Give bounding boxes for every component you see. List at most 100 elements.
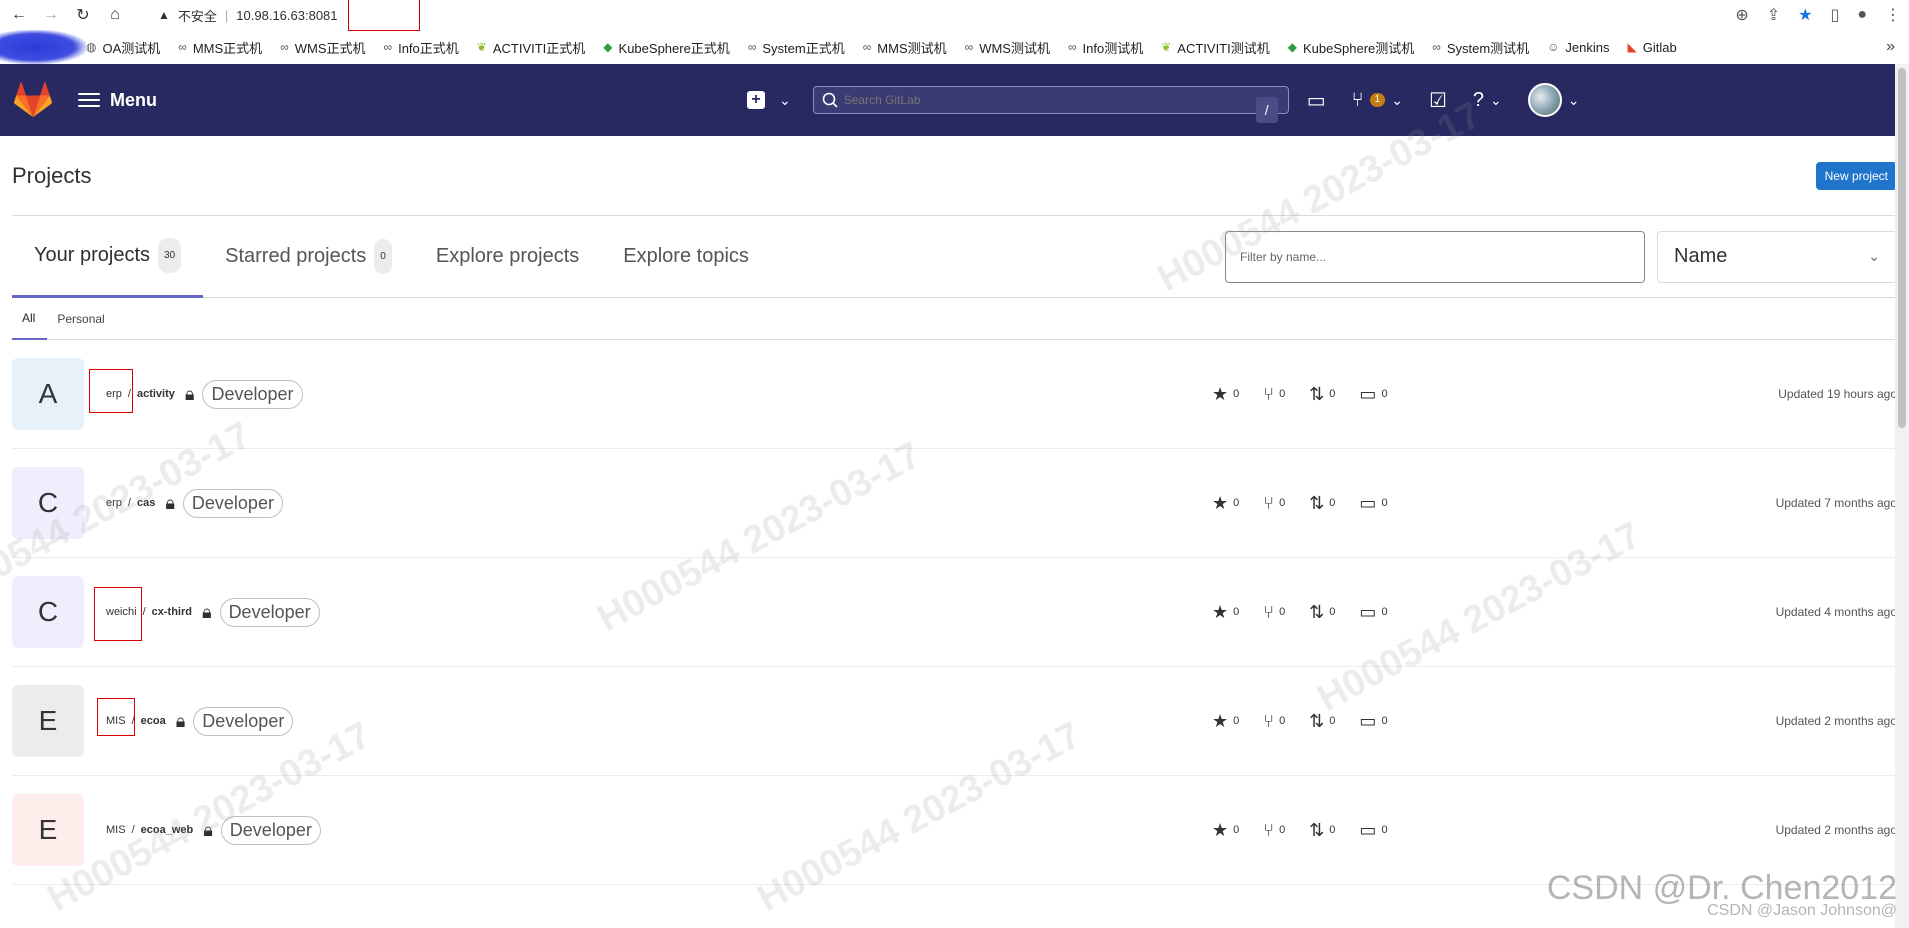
browser-toolbar: ← → ↻ ⌂ ▲ 不安全 | 10.98.16.63:8081 ⊕ ⇪ ★ ▯… (0, 0, 1909, 31)
forks-count[interactable]: ⑂ 0 (1263, 384, 1285, 405)
forks-count[interactable]: ⑂ 0 (1263, 820, 1285, 841)
project-row[interactable]: A erp / activity 🔒︎ Developer ★ 0 ⑂ 0 ⇅ 0 ▭… (12, 340, 1897, 449)
merge-requests-count[interactable]: ⇅ 0 (1309, 384, 1335, 405)
tab-starred-projects[interactable]: Starred projects 0 (203, 216, 414, 298)
project-row[interactable]: C weichi / cx-third 🔒︎ Developer ★ 0 ⑂ 0 ⇅… (12, 558, 1897, 667)
project-title[interactable]: MIS / ecoa_web (106, 822, 193, 838)
forks-count[interactable]: ⑂ 0 (1263, 493, 1285, 514)
stars-count[interactable]: ★ 0 (1212, 384, 1239, 405)
share-icon[interactable]: ⇪ (1767, 5, 1780, 25)
project-path: cx-third (151, 606, 192, 618)
help-icon: ? (1472, 88, 1484, 111)
bookmark-star-icon[interactable]: ★ (1798, 5, 1812, 25)
bookmarks-overflow-icon[interactable]: » (1886, 38, 1909, 56)
forward-icon[interactable]: → (40, 4, 62, 26)
link-icon: ∞ (964, 40, 974, 54)
project-title[interactable]: erp / cas (106, 495, 155, 511)
todo-icon[interactable]: ☑ (1429, 88, 1447, 113)
home-icon[interactable]: ⌂ (104, 4, 126, 26)
zoom-icon[interactable]: ⊕ (1735, 5, 1748, 25)
gitlab-logo-icon[interactable] (14, 81, 52, 119)
highlight-box (97, 698, 135, 736)
bookmark-item[interactable]: ◆ KubeSphere正式机 (603, 38, 730, 57)
subtab-all[interactable]: All (12, 298, 48, 340)
forks-count[interactable]: ⑂ 0 (1263, 602, 1285, 623)
forks-count[interactable]: ⑂ 0 (1263, 711, 1285, 732)
project-title[interactable]: MIS / ecoa (97, 698, 166, 736)
bookmark-item[interactable]: ∞ System正式机 (748, 38, 845, 57)
address-bar[interactable]: ▲ 不安全 | 10.98.16.63:8081 (158, 0, 420, 31)
more-icon[interactable]: ⋮ (1885, 5, 1901, 25)
help-button[interactable]: ? ⌄ (1473, 89, 1502, 112)
leaf-icon: ❦ (476, 40, 487, 54)
profile-icon[interactable]: ● (1857, 6, 1867, 24)
project-row[interactable]: E MIS / ecoa 🔒︎ Developer ★ 0 ⑂ 0 ⇅ 0 ▭ 0 Up… (12, 667, 1897, 776)
issues-count[interactable]: ▭ 0 (1359, 493, 1387, 514)
search-bar[interactable]: / (812, 86, 1289, 123)
project-row[interactable]: C erp / cas 🔒︎ Developer ★ 0 ⑂ 0 ⇅ 0 ▭ 0 Upd… (12, 449, 1897, 558)
issues-count[interactable]: ▭ 0 (1359, 384, 1387, 405)
stars-count[interactable]: ★ 0 (1212, 820, 1239, 841)
merge-requests-count[interactable]: ⇅ 0 (1309, 493, 1335, 514)
project-list: A erp / activity 🔒︎ Developer ★ 0 ⑂ 0 ⇅ 0 ▭… (12, 340, 1897, 885)
kubesphere-icon: ◆ (603, 40, 613, 54)
csdn-watermark: CSDN @Dr. Chen2012 CSDN @Jason Johnson@ (1547, 869, 1897, 920)
bookmark-item[interactable]: ∞ MMS正式机 (178, 38, 262, 57)
bookmark-label: System正式机 (762, 40, 845, 56)
sort-dropdown[interactable]: Name ⌄ (1657, 230, 1897, 283)
project-avatar: E (12, 794, 84, 866)
create-new-dropdown[interactable]: + ⌄ (747, 91, 791, 109)
bookmark-item[interactable]: ◣ Gitlab (1628, 40, 1677, 55)
bookmark-item[interactable]: ∞ MMS测试机 (863, 38, 947, 57)
subtab-personal[interactable]: Personal (47, 298, 116, 340)
merge-request-icon: ⑂ (1351, 88, 1364, 111)
bookmark-item[interactable]: ∞ Info测试机 (1068, 38, 1143, 57)
bookmark-item[interactable]: ◍ OA测试机 (86, 38, 160, 57)
merge-requests-button[interactable]: ⑂ 1 ⌄ (1352, 89, 1403, 112)
issues-icon[interactable]: ▭ (1307, 88, 1326, 113)
bookmark-item[interactable]: ❦ ACTIVITI测试机 (1161, 38, 1270, 57)
bookmark-item[interactable]: ☺ Jenkins (1547, 40, 1609, 55)
tab-label: Starred projects (225, 245, 367, 267)
updated-time: Updated 7 months ago (1775, 496, 1897, 510)
bookmark-item[interactable]: ∞ System测试机 (1432, 38, 1529, 57)
lock-icon: 🔒︎ (184, 383, 195, 404)
bookmark-item[interactable]: ∞ WMS测试机 (965, 38, 1050, 57)
reload-icon[interactable]: ↻ (72, 4, 94, 26)
issues-count[interactable]: ▭ 0 (1359, 711, 1387, 732)
issues-count[interactable]: ▭ 0 (1359, 820, 1387, 841)
filter-input[interactable]: Filter by name... (1225, 230, 1645, 283)
tab-explore-topics[interactable]: Explore topics (601, 216, 771, 298)
merge-requests-count[interactable]: ⇅ 0 (1309, 711, 1335, 732)
bookmark-item[interactable]: ∞ WMS正式机 (280, 38, 365, 57)
merge-requests-count[interactable]: ⇅ 0 (1309, 602, 1335, 623)
stars-count[interactable]: ★ 0 (1212, 602, 1239, 623)
side-panel-icon[interactable]: ▯ (1831, 5, 1840, 25)
search-input[interactable] (843, 93, 1244, 107)
project-namespace: MIS (97, 698, 135, 736)
stars-count[interactable]: ★ 0 (1212, 711, 1239, 732)
project-title[interactable]: erp / activity (89, 369, 175, 413)
back-icon[interactable]: ← (8, 4, 30, 26)
bookmark-item[interactable]: ❦ ACTIVITI正式机 (477, 38, 586, 57)
new-project-button[interactable]: New project (1815, 161, 1897, 190)
user-menu[interactable]: ⌄ (1527, 83, 1579, 117)
tab-your-projects[interactable]: Your projects 30 (12, 216, 204, 298)
tab-explore-projects[interactable]: Explore projects (414, 216, 601, 298)
bookmark-label: Info测试机 (1082, 40, 1144, 56)
updated-time: Updated 4 months ago (1775, 605, 1897, 619)
project-title[interactable]: weichi / cx-third (94, 587, 192, 641)
issues-count[interactable]: ▭ 0 (1359, 602, 1387, 623)
merge-requests-count[interactable]: ⇅ 0 (1309, 820, 1335, 841)
fork-icon: ⑂ (1263, 383, 1275, 404)
merge-request-icon: ⇅ (1309, 710, 1325, 731)
page-title: Projects (12, 162, 92, 188)
role-badge: Developer (193, 706, 294, 736)
chevron-down-icon: ⌄ (1868, 248, 1880, 264)
stars-count[interactable]: ★ 0 (1212, 493, 1239, 514)
page-scrollbar[interactable] (1895, 64, 1909, 928)
bookmark-item[interactable]: ∞ Info正式机 (384, 38, 459, 57)
role-badge: Developer (202, 379, 303, 409)
menu-button[interactable]: Menu (78, 89, 157, 111)
bookmark-item[interactable]: ◆ KubeSphere测试机 (1288, 38, 1415, 57)
